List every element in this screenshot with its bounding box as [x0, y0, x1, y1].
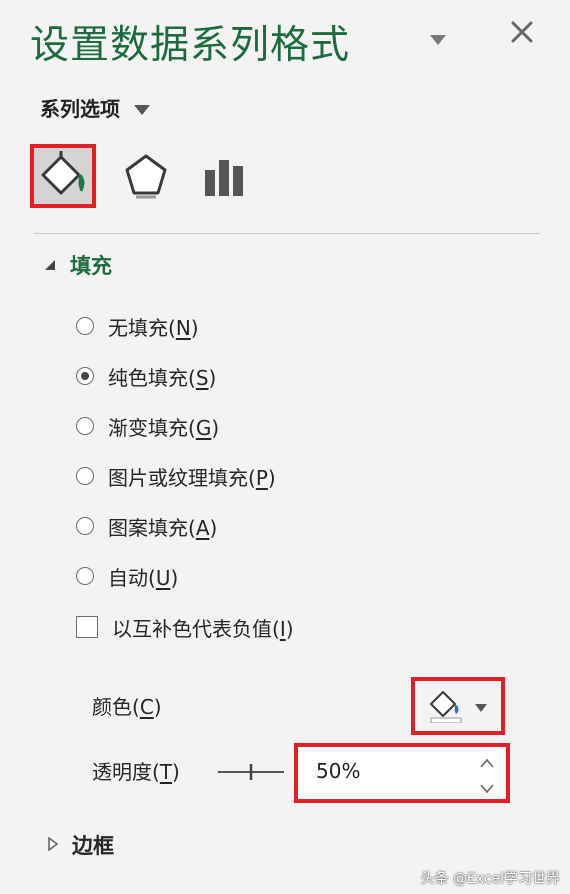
border-section-label: 边框 — [72, 834, 114, 858]
tab-series-options[interactable] — [198, 150, 250, 206]
checkbox-invert-if-negative[interactable]: 以互补色代表负值(I) — [76, 612, 294, 642]
option-label: 无填充(N) — [108, 315, 199, 340]
series-options-label: 系列选项 — [40, 97, 120, 121]
transparency-input[interactable]: 50% — [316, 759, 360, 783]
radio-automatic[interactable]: 自动(U) — [76, 561, 178, 591]
option-label: 图案填充(A) — [108, 515, 218, 540]
checkbox-label: 以互补色代表负值(I) — [112, 616, 294, 641]
radio-no-fill[interactable]: 无填充(N) — [76, 311, 199, 341]
fill-color-icon — [429, 689, 467, 724]
transparency-spinner[interactable]: 50% — [294, 743, 510, 803]
transparency-label: 透明度(T) — [92, 760, 180, 784]
close-icon[interactable] — [510, 20, 534, 48]
transparency-slider[interactable] — [216, 760, 286, 784]
tab-fill-line[interactable] — [30, 144, 96, 208]
option-label: 图片或纹理填充(P) — [108, 465, 276, 490]
spin-down-icon[interactable] — [480, 779, 494, 798]
spin-up-icon[interactable] — [480, 753, 494, 772]
fill-section-header[interactable]: 填充 — [44, 250, 112, 280]
pane-menu-chevron-icon[interactable] — [430, 30, 446, 49]
tab-effects[interactable] — [120, 150, 172, 206]
collapse-triangle-icon — [44, 256, 56, 275]
border-section-header[interactable]: 边框 — [48, 830, 114, 860]
fill-section-label: 填充 — [70, 254, 112, 278]
chevron-down-icon — [134, 96, 150, 120]
checkbox[interactable] — [76, 616, 98, 638]
pentagon-icon — [124, 153, 168, 203]
radio-button[interactable] — [76, 317, 94, 335]
series-options-dropdown[interactable]: 系列选项 — [40, 93, 150, 122]
tab-divider — [34, 233, 540, 234]
radio-button[interactable] — [76, 567, 94, 585]
radio-picture-texture-fill[interactable]: 图片或纹理填充(P) — [76, 461, 276, 491]
radio-button-selected[interactable] — [76, 367, 94, 385]
bar-chart-icon — [202, 156, 246, 200]
color-label: 颜色(C) — [92, 695, 162, 719]
radio-gradient-fill[interactable]: 渐变填充(G) — [76, 411, 219, 441]
option-label: 渐变填充(G) — [108, 415, 220, 440]
watermark: 头条 @Excel学习世界 — [420, 871, 560, 887]
option-label: 纯色填充(S) — [108, 365, 217, 390]
radio-button[interactable] — [76, 417, 94, 435]
color-picker-button[interactable] — [411, 677, 505, 735]
pane-title: 设置数据系列格式 — [30, 23, 351, 68]
option-label: 自动(U) — [108, 565, 179, 590]
expand-triangle-icon — [48, 836, 59, 855]
paint-bucket-icon — [39, 151, 87, 201]
radio-solid-fill[interactable]: 纯色填充(S) — [76, 361, 216, 391]
radio-pattern-fill[interactable]: 图案填充(A) — [76, 511, 217, 541]
radio-button[interactable] — [76, 517, 94, 535]
chevron-down-icon — [475, 697, 487, 716]
radio-button[interactable] — [76, 467, 94, 485]
